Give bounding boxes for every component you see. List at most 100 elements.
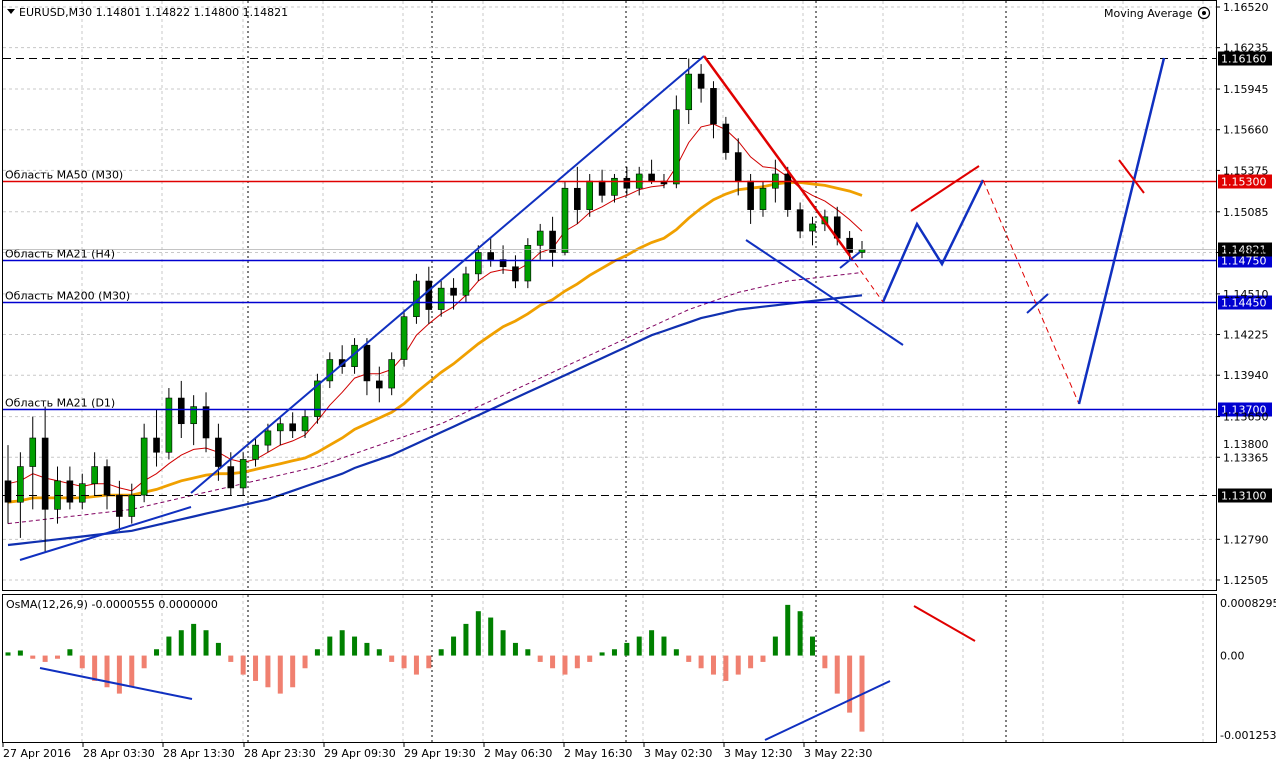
osma-bar bbox=[215, 642, 221, 656]
candle-bullish bbox=[388, 359, 395, 389]
price-tick-label: 1.13650 bbox=[1223, 411, 1269, 424]
osma-bar bbox=[253, 655, 259, 681]
time-tick-label: 27 Apr 2016 bbox=[3, 747, 71, 760]
candle-bearish bbox=[215, 437, 222, 467]
osma-bar bbox=[426, 655, 432, 669]
candle-bullish bbox=[264, 430, 272, 446]
osma-bar bbox=[624, 642, 630, 656]
osma-bar bbox=[574, 655, 580, 669]
osma-bar bbox=[389, 655, 395, 662]
candle-bearish bbox=[574, 187, 581, 210]
price-tick-label: 1.13800 bbox=[1223, 438, 1269, 451]
time-tick-label: 3 May 12:30 bbox=[724, 747, 792, 760]
osma-bar bbox=[562, 655, 568, 675]
candle-bullish bbox=[561, 187, 569, 253]
osma-bar bbox=[661, 636, 667, 656]
price-tick-label: 1.16235 bbox=[1223, 42, 1269, 55]
price-tick-label: 1.12790 bbox=[1223, 533, 1269, 546]
candle-bullish bbox=[239, 459, 247, 489]
candle-bullish bbox=[673, 109, 680, 185]
candle-bearish bbox=[722, 123, 730, 153]
time-tick-label: 3 May 22:30 bbox=[804, 747, 872, 760]
osma-bar bbox=[785, 604, 791, 656]
osma-bar bbox=[42, 655, 48, 662]
osma-bar bbox=[451, 636, 457, 656]
price-tick-label: 1.15375 bbox=[1223, 164, 1269, 177]
osma-bar bbox=[710, 655, 716, 675]
time-tick-label: 2 May 16:30 bbox=[564, 747, 632, 760]
candle-bullish bbox=[462, 273, 470, 296]
price-tick-label: 1.12505 bbox=[1223, 574, 1269, 587]
price-tick-label: 1.13365 bbox=[1223, 451, 1269, 464]
candle-bearish bbox=[153, 437, 160, 453]
osma-bar bbox=[809, 636, 815, 656]
osma-bar bbox=[847, 655, 853, 713]
candle-bullish bbox=[91, 466, 98, 484]
candle-bearish bbox=[376, 380, 383, 389]
osma-bar bbox=[17, 650, 23, 656]
candle-bearish bbox=[487, 252, 494, 260]
osma-bar bbox=[760, 655, 766, 662]
osma-bar bbox=[376, 649, 382, 656]
osma-bar bbox=[154, 649, 160, 656]
time-tick-label: 3 May 02:30 bbox=[644, 747, 712, 760]
candle-bearish bbox=[450, 287, 457, 296]
level-label: Область MA200 (M30) bbox=[5, 290, 130, 303]
candle-bullish bbox=[140, 437, 148, 496]
time-axis: 27 Apr 2016 28 Apr 03:30 28 Apr 13:30 28 Ap… bbox=[2, 742, 872, 760]
price-chart[interactable]: 1.16160Область MA50 (M30)1.15300Область … bbox=[0, 0, 1276, 766]
osma-bar bbox=[611, 649, 617, 656]
osma-bar bbox=[772, 636, 778, 656]
osma-bar bbox=[822, 655, 828, 669]
osma-bar bbox=[599, 652, 605, 656]
candle-bullish bbox=[400, 316, 408, 360]
candle-bearish bbox=[66, 480, 74, 503]
price-tick-label: 1.13940 bbox=[1223, 369, 1269, 382]
osma-tick-label: 0.00 bbox=[1220, 650, 1245, 663]
osma-bar bbox=[488, 617, 494, 656]
price-tick-label: 1.16520 bbox=[1223, 1, 1269, 14]
osma-bar bbox=[30, 655, 36, 659]
candle-bearish bbox=[846, 237, 853, 253]
candle-bullish bbox=[536, 230, 544, 246]
candle-bearish bbox=[363, 344, 371, 382]
osma-bar bbox=[166, 636, 172, 656]
candle-bearish bbox=[41, 437, 49, 510]
osma-bar bbox=[277, 655, 283, 694]
candle-bullish bbox=[252, 444, 259, 460]
price-tick-label: 1.14800 bbox=[1223, 246, 1269, 259]
level-label: Область MA50 (M30) bbox=[5, 169, 123, 182]
candle-bullish bbox=[685, 73, 693, 111]
time-tick-label: 29 Apr 19:30 bbox=[404, 747, 476, 760]
osma-bar bbox=[550, 655, 556, 669]
time-tick-label: 28 Apr 13:30 bbox=[163, 747, 235, 760]
osma-bar bbox=[327, 636, 333, 656]
osma-bar bbox=[191, 623, 197, 656]
candle-bullish bbox=[276, 423, 284, 432]
osma-bar bbox=[364, 642, 370, 656]
osma-bar bbox=[401, 655, 407, 669]
candle-bearish bbox=[227, 466, 235, 489]
candle-bullish bbox=[524, 245, 532, 282]
time-tick-label: 29 Apr 09:30 bbox=[324, 747, 396, 760]
osma-tick-label: 0.0008295 bbox=[1220, 597, 1276, 610]
price-label-text: 1.15300 bbox=[1221, 176, 1267, 189]
candle-bearish bbox=[648, 173, 655, 182]
osma-bar bbox=[129, 655, 135, 688]
candle-bearish bbox=[710, 88, 717, 125]
price-tick-label: 1.15660 bbox=[1223, 124, 1269, 137]
price-tick-label: 1.14225 bbox=[1223, 329, 1269, 342]
candle-bullish bbox=[78, 483, 86, 503]
osma-bar bbox=[413, 655, 419, 675]
osma-plot-frame bbox=[2, 594, 1217, 743]
osma-bar bbox=[79, 655, 85, 669]
osma-bar bbox=[686, 655, 692, 662]
candle-bullish bbox=[301, 416, 309, 432]
osma-bar bbox=[512, 642, 518, 656]
time-tick-label: 28 Apr 23:30 bbox=[244, 747, 316, 760]
price-tick-label: 1.15945 bbox=[1223, 83, 1269, 96]
osma-bar bbox=[649, 630, 655, 656]
osma-bar bbox=[55, 655, 61, 659]
candle-bullish bbox=[759, 187, 767, 210]
price-label-text: 1.13100 bbox=[1221, 490, 1267, 503]
